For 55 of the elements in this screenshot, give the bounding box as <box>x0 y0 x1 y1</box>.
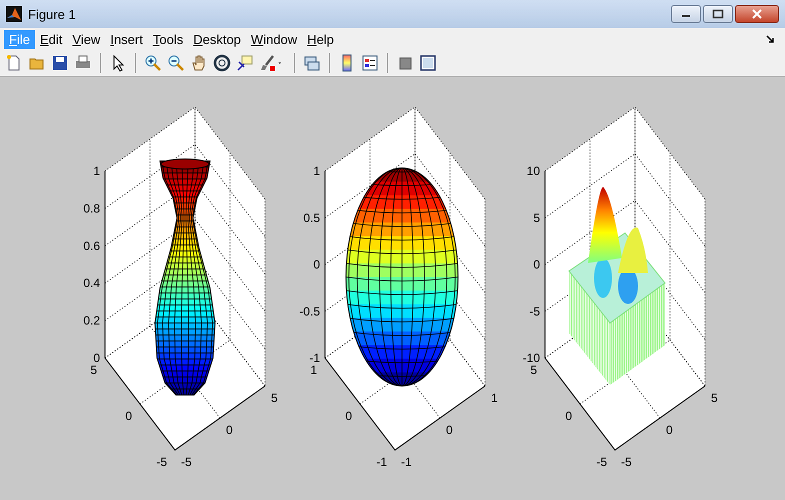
tick-label: -5 <box>621 455 632 469</box>
maximize-icon <box>712 9 724 19</box>
tick-label: 5 <box>711 391 718 405</box>
tick-label: 0.4 <box>83 276 100 290</box>
maximize-button[interactable] <box>703 5 733 23</box>
peak-logo-icon <box>6 6 22 22</box>
tick-label: 1 <box>93 164 100 178</box>
menu-item[interactable]: Insert <box>105 30 148 48</box>
tick-label: -0.5 <box>299 304 320 318</box>
zoom-out-icon[interactable] <box>167 54 185 72</box>
tick-label: -10 <box>522 351 540 365</box>
tick-label: 0 <box>666 423 673 437</box>
tick-label: 1 <box>310 363 317 377</box>
tick-label: -5 <box>181 455 192 469</box>
tick-label: 0 <box>125 409 132 423</box>
tick-label: 0 <box>345 409 352 423</box>
data-cursor-icon[interactable] <box>236 54 254 72</box>
tick-label: -5 <box>529 304 540 318</box>
tick-label: 0 <box>93 351 100 365</box>
tick-label: 0 <box>446 423 453 437</box>
menu-item[interactable]: View <box>67 30 106 48</box>
close-button[interactable] <box>735 5 779 23</box>
tick-label: 0.2 <box>83 314 100 328</box>
dock-arrow-icon[interactable] <box>765 34 775 44</box>
window-icon[interactable] <box>419 54 437 72</box>
tick-label: -1 <box>309 351 320 365</box>
tick-label: 5 <box>533 210 540 225</box>
tick-label: -1 <box>401 455 412 469</box>
tick-label: 1 <box>491 391 498 405</box>
tick-label: 0 <box>313 258 320 272</box>
tick-label: 0 <box>533 258 540 272</box>
tick-label: 0.5 <box>303 210 320 225</box>
tick-label: 5 <box>90 363 97 377</box>
tick-label: 0.8 <box>83 201 100 216</box>
tick-label: -5 <box>156 455 167 469</box>
legend-icon[interactable] <box>361 54 379 72</box>
menu-item[interactable]: Help <box>302 30 339 48</box>
menu-item[interactable]: Edit <box>34 30 68 48</box>
menu-item[interactable]: Window <box>246 30 302 48</box>
tick-label: 0.6 <box>83 238 100 253</box>
window-title: Figure 1 <box>28 6 77 22</box>
tick-label: 10 <box>526 164 540 178</box>
minimize-button[interactable] <box>671 5 701 23</box>
close-icon <box>751 9 763 19</box>
tick-label: 0 <box>226 423 233 437</box>
zoom-in-icon[interactable] <box>144 54 162 72</box>
tick-label: -5 <box>596 455 607 469</box>
tick-label: 1 <box>313 164 320 178</box>
tick-label: -1 <box>376 455 387 469</box>
tick-label: 5 <box>271 391 278 405</box>
brush-icon[interactable] <box>259 54 277 72</box>
menu-item[interactable]: Desktop <box>188 30 246 48</box>
tick-label: 5 <box>530 363 537 377</box>
tick-label: 0 <box>565 409 572 423</box>
menu-item[interactable]: Tools <box>148 30 188 48</box>
